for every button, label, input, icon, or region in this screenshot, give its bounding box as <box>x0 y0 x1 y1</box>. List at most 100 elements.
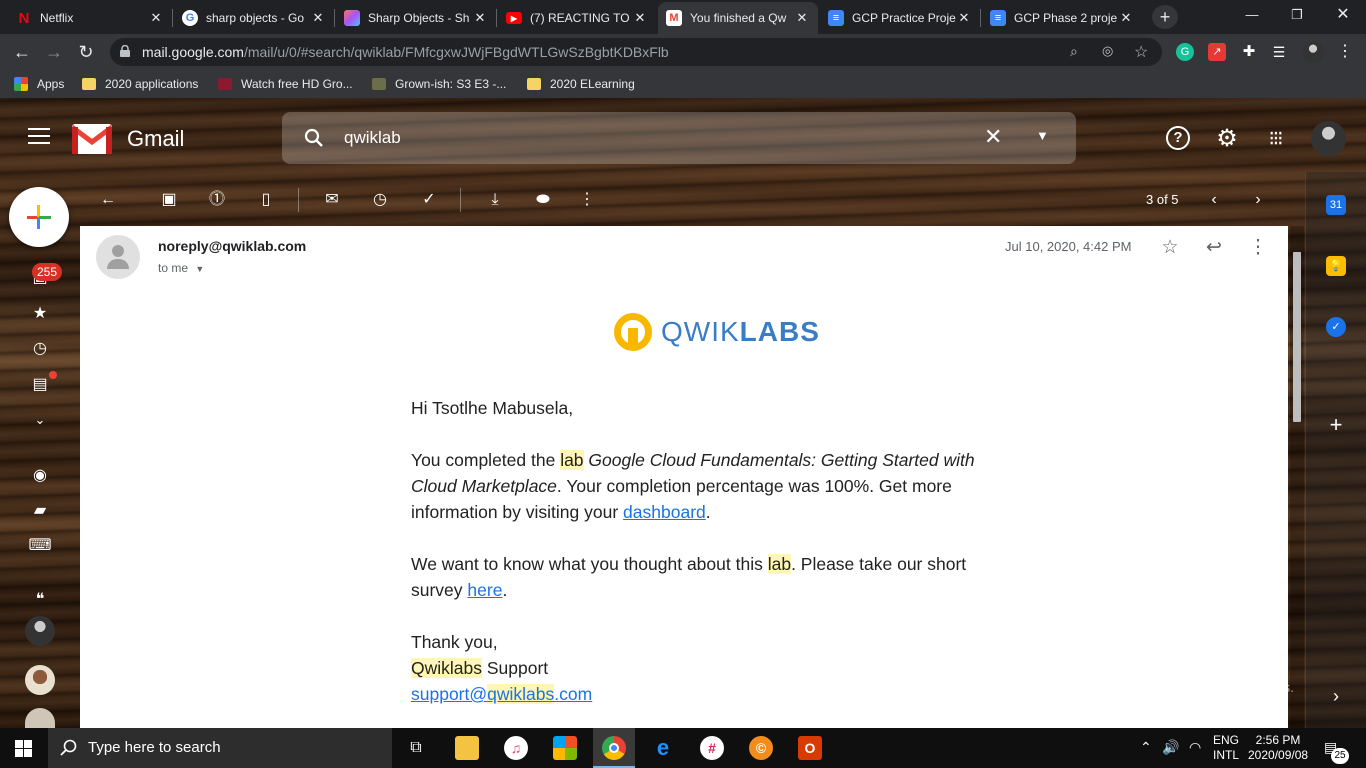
tab-gmail-active[interactable]: M You finished a Qw ✕ <box>658 2 818 34</box>
more-options-icon[interactable]: ⋮ <box>576 190 598 210</box>
taskbar-search-input[interactable]: Type here to search <box>48 728 392 768</box>
mark-unread-icon[interactable]: ✉ <box>321 190 343 210</box>
media-queue-icon[interactable]: ☰ <box>1270 43 1288 61</box>
meet-video-icon[interactable]: ▰ <box>28 499 52 523</box>
report-spam-icon[interactable]: ⓵ <box>206 190 228 210</box>
wifi-icon[interactable]: ◠ <box>1189 739 1201 756</box>
sender-address[interactable]: noreply@qwiklab.com <box>158 238 306 254</box>
starred-icon[interactable]: ★ <box>28 302 52 326</box>
address-bar[interactable]: mail.google.com/mail/u/0/#search/qwiklab… <box>110 38 1162 66</box>
edge-icon[interactable]: e <box>651 736 675 760</box>
close-icon[interactable]: ✕ <box>632 10 648 26</box>
more-chevron-icon[interactable]: ⌄ <box>28 408 52 432</box>
search-options-icon[interactable]: ▼ <box>1036 128 1049 143</box>
grammarly-icon[interactable]: G <box>1176 43 1194 61</box>
survey-link[interactable]: here <box>467 580 502 600</box>
eye-off-icon[interactable]: ◎ <box>1102 43 1113 59</box>
close-icon[interactable]: ✕ <box>472 10 488 26</box>
minimize-button[interactable]: — <box>1229 0 1275 32</box>
apps-grid-icon[interactable]: ⁝⁝⁝ <box>1262 126 1288 152</box>
bookmark-2020-applications[interactable]: 2020 applications <box>82 70 198 98</box>
close-icon[interactable]: ✕ <box>956 10 972 26</box>
file-explorer-icon[interactable] <box>455 736 479 760</box>
extensions-puzzle-icon[interactable]: ✚ <box>1240 43 1258 61</box>
language-indicator[interactable]: ENG INTL <box>1213 733 1239 763</box>
extension-red-icon[interactable]: ↗ <box>1208 43 1226 61</box>
newer-chevron-icon[interactable]: ‹ <box>1203 190 1225 210</box>
profile-avatar[interactable] <box>1302 41 1324 63</box>
bookmark-2020-elearning[interactable]: 2020 ELearning <box>527 70 635 98</box>
archive-icon[interactable]: ▣ <box>158 190 180 210</box>
main-menu-icon[interactable] <box>28 128 50 146</box>
clock[interactable]: 2:56 PM 2020/09/08 <box>1248 733 1308 763</box>
more-vert-icon[interactable]: ⋮ <box>1336 43 1354 61</box>
move-to-icon[interactable]: ⤓ <box>484 190 506 210</box>
close-icon[interactable]: ✕ <box>1118 10 1134 26</box>
window-close-button[interactable]: ✕ <box>1320 0 1366 32</box>
contact-avatar[interactable] <box>25 616 55 646</box>
add-task-icon[interactable]: ✓ <box>418 190 440 210</box>
compose-button[interactable] <box>9 187 69 247</box>
zoom-icon[interactable]: ⌕ <box>1070 43 1078 60</box>
star-icon[interactable]: ☆ <box>1134 42 1148 62</box>
settings-gear-icon[interactable]: ⚙ <box>1214 126 1240 152</box>
clear-search-icon[interactable]: ✕ <box>984 124 1002 150</box>
snoozed-icon[interactable]: ◷ <box>28 337 52 361</box>
delete-icon[interactable]: ▯ <box>255 190 277 210</box>
older-chevron-icon[interactable]: › <box>1247 190 1269 210</box>
office-icon[interactable]: O <box>798 736 822 760</box>
copyright-app-icon[interactable]: © <box>749 736 773 760</box>
support-email-link[interactable]: support@qwiklabs.com <box>411 681 991 707</box>
dashboard-link[interactable]: dashboard <box>623 502 706 522</box>
bookmark-grown-ish[interactable]: Grown-ish: S3 E3 -... <box>372 70 506 98</box>
contact-avatar[interactable] <box>25 665 55 695</box>
tab-google-search[interactable]: G sharp objects - Go ✕ <box>174 2 334 34</box>
unread-badge: 255 <box>32 263 63 281</box>
store-icon[interactable] <box>553 736 577 760</box>
close-icon[interactable]: ✕ <box>794 10 810 26</box>
search-input[interactable]: qwiklab <box>344 112 401 164</box>
hangouts-icon[interactable]: ❝ <box>28 588 52 612</box>
get-addons-icon[interactable]: + <box>1326 414 1346 436</box>
chrome-taskbar-active[interactable] <box>593 728 635 768</box>
task-view-icon[interactable]: ⧉ <box>404 736 428 760</box>
snooze-icon[interactable]: ◷ <box>369 190 391 210</box>
calendar-icon[interactable]: 31 <box>1326 195 1346 215</box>
reply-icon[interactable]: ↩ <box>1203 237 1225 259</box>
new-tab-button[interactable]: + <box>1152 5 1178 29</box>
forward-arrow-icon[interactable]: → <box>40 38 68 66</box>
back-arrow-icon[interactable]: ← <box>8 38 36 66</box>
show-side-panel-icon[interactable]: › <box>1326 686 1346 706</box>
tab-gcp-phase2[interactable]: ≡ GCP Phase 2 proje ✕ <box>982 2 1142 34</box>
keyboard-icon[interactable]: ⌨ <box>28 534 52 558</box>
itunes-icon[interactable]: ♫ <box>504 736 528 760</box>
tab-netflix[interactable]: N Netflix ✕ <box>8 2 172 34</box>
restore-button[interactable]: ❐ <box>1274 0 1320 32</box>
chevron-down-icon[interactable]: ▼ <box>195 264 204 274</box>
chat-icon[interactable]: ◉ <box>28 464 52 488</box>
star-icon[interactable]: ☆ <box>1159 237 1181 259</box>
close-icon[interactable]: ✕ <box>148 10 164 26</box>
account-avatar[interactable] <box>1311 121 1346 156</box>
tasks-icon[interactable]: ✓ <box>1326 317 1346 337</box>
slack-icon[interactable]: # <box>700 736 724 760</box>
back-to-results-icon[interactable]: ← <box>97 190 119 210</box>
volume-icon[interactable]: 🔊 <box>1162 739 1179 756</box>
bookmark-apps[interactable]: Apps <box>14 70 64 98</box>
show-hidden-icons[interactable]: ⌃ <box>1140 739 1152 756</box>
windows-start-icon[interactable] <box>15 740 32 757</box>
bookmark-watch-free-hd[interactable]: Watch free HD Gro... <box>218 70 353 98</box>
search-icon[interactable] <box>304 128 324 148</box>
keep-icon[interactable]: 💡 <box>1326 256 1346 276</box>
search-bar[interactable]: qwiklab ✕ ▼ <box>282 112 1076 164</box>
tab-youtube[interactable]: ▶ (7) REACTING TO I ✕ <box>498 2 656 34</box>
reload-icon[interactable]: ↻ <box>72 38 100 66</box>
scrollbar-thumb[interactable] <box>1293 252 1301 422</box>
tab-sharp-objects[interactable]: Sharp Objects - Sh ✕ <box>336 2 496 34</box>
more-vert-icon[interactable]: ⋮ <box>1247 237 1269 259</box>
recipient-details[interactable]: to me ▼ <box>158 261 204 275</box>
tab-gcp-practice[interactable]: ≡ GCP Practice Proje ✕ <box>820 2 980 34</box>
close-icon[interactable]: ✕ <box>310 10 326 26</box>
label-icon[interactable]: ⬬ <box>532 190 554 210</box>
help-icon[interactable]: ? <box>1166 126 1190 150</box>
